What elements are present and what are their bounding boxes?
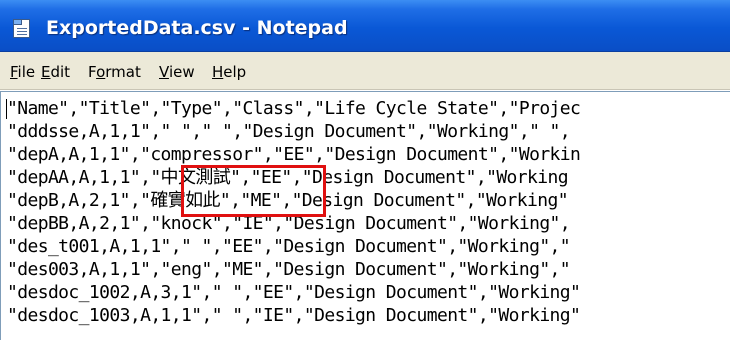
menu-bar: File Edit Format View Help [0, 52, 730, 90]
menu-help[interactable]: Help [212, 63, 246, 81]
title-bar[interactable]: ExportedData.csv - Notepad [0, 0, 730, 52]
menu-file[interactable]: File [10, 63, 35, 81]
notepad-icon[interactable] [13, 19, 30, 38]
text-line: "des_t001,A,1,1"," ","EE","Design Docume… [7, 236, 571, 257]
menu-view[interactable]: View [159, 63, 195, 81]
text-line: "dddsse,A,1,1"," "," ","Design Document"… [7, 121, 571, 142]
menu-format[interactable]: Format [88, 63, 141, 81]
text-line: "depBB,A,2,1","knock","IE","Design Docum… [7, 213, 571, 234]
menu-edit[interactable]: Edit [41, 63, 70, 81]
text-editor[interactable]: "Name","Title","Type","Class","Life Cycl… [0, 91, 730, 340]
window-title: ExportedData.csv - Notepad [46, 17, 348, 39]
text-line: "desdoc_1002,A,3,1"," ","EE","Design Doc… [7, 282, 581, 303]
text-line: "desdoc_1003,A,1,1"," ","IE","Design Doc… [7, 305, 581, 326]
notepad-window: ExportedData.csv - Notepad File Edit For… [0, 0, 730, 340]
text-line: "depA,A,1,1","compressor","EE","Design D… [7, 144, 581, 165]
highlight-box [181, 165, 326, 217]
text-line: "Name","Title","Type","Class","Life Cycl… [7, 98, 581, 119]
text-line: "des003,A,1,1","eng","ME","Design Docume… [7, 259, 571, 280]
